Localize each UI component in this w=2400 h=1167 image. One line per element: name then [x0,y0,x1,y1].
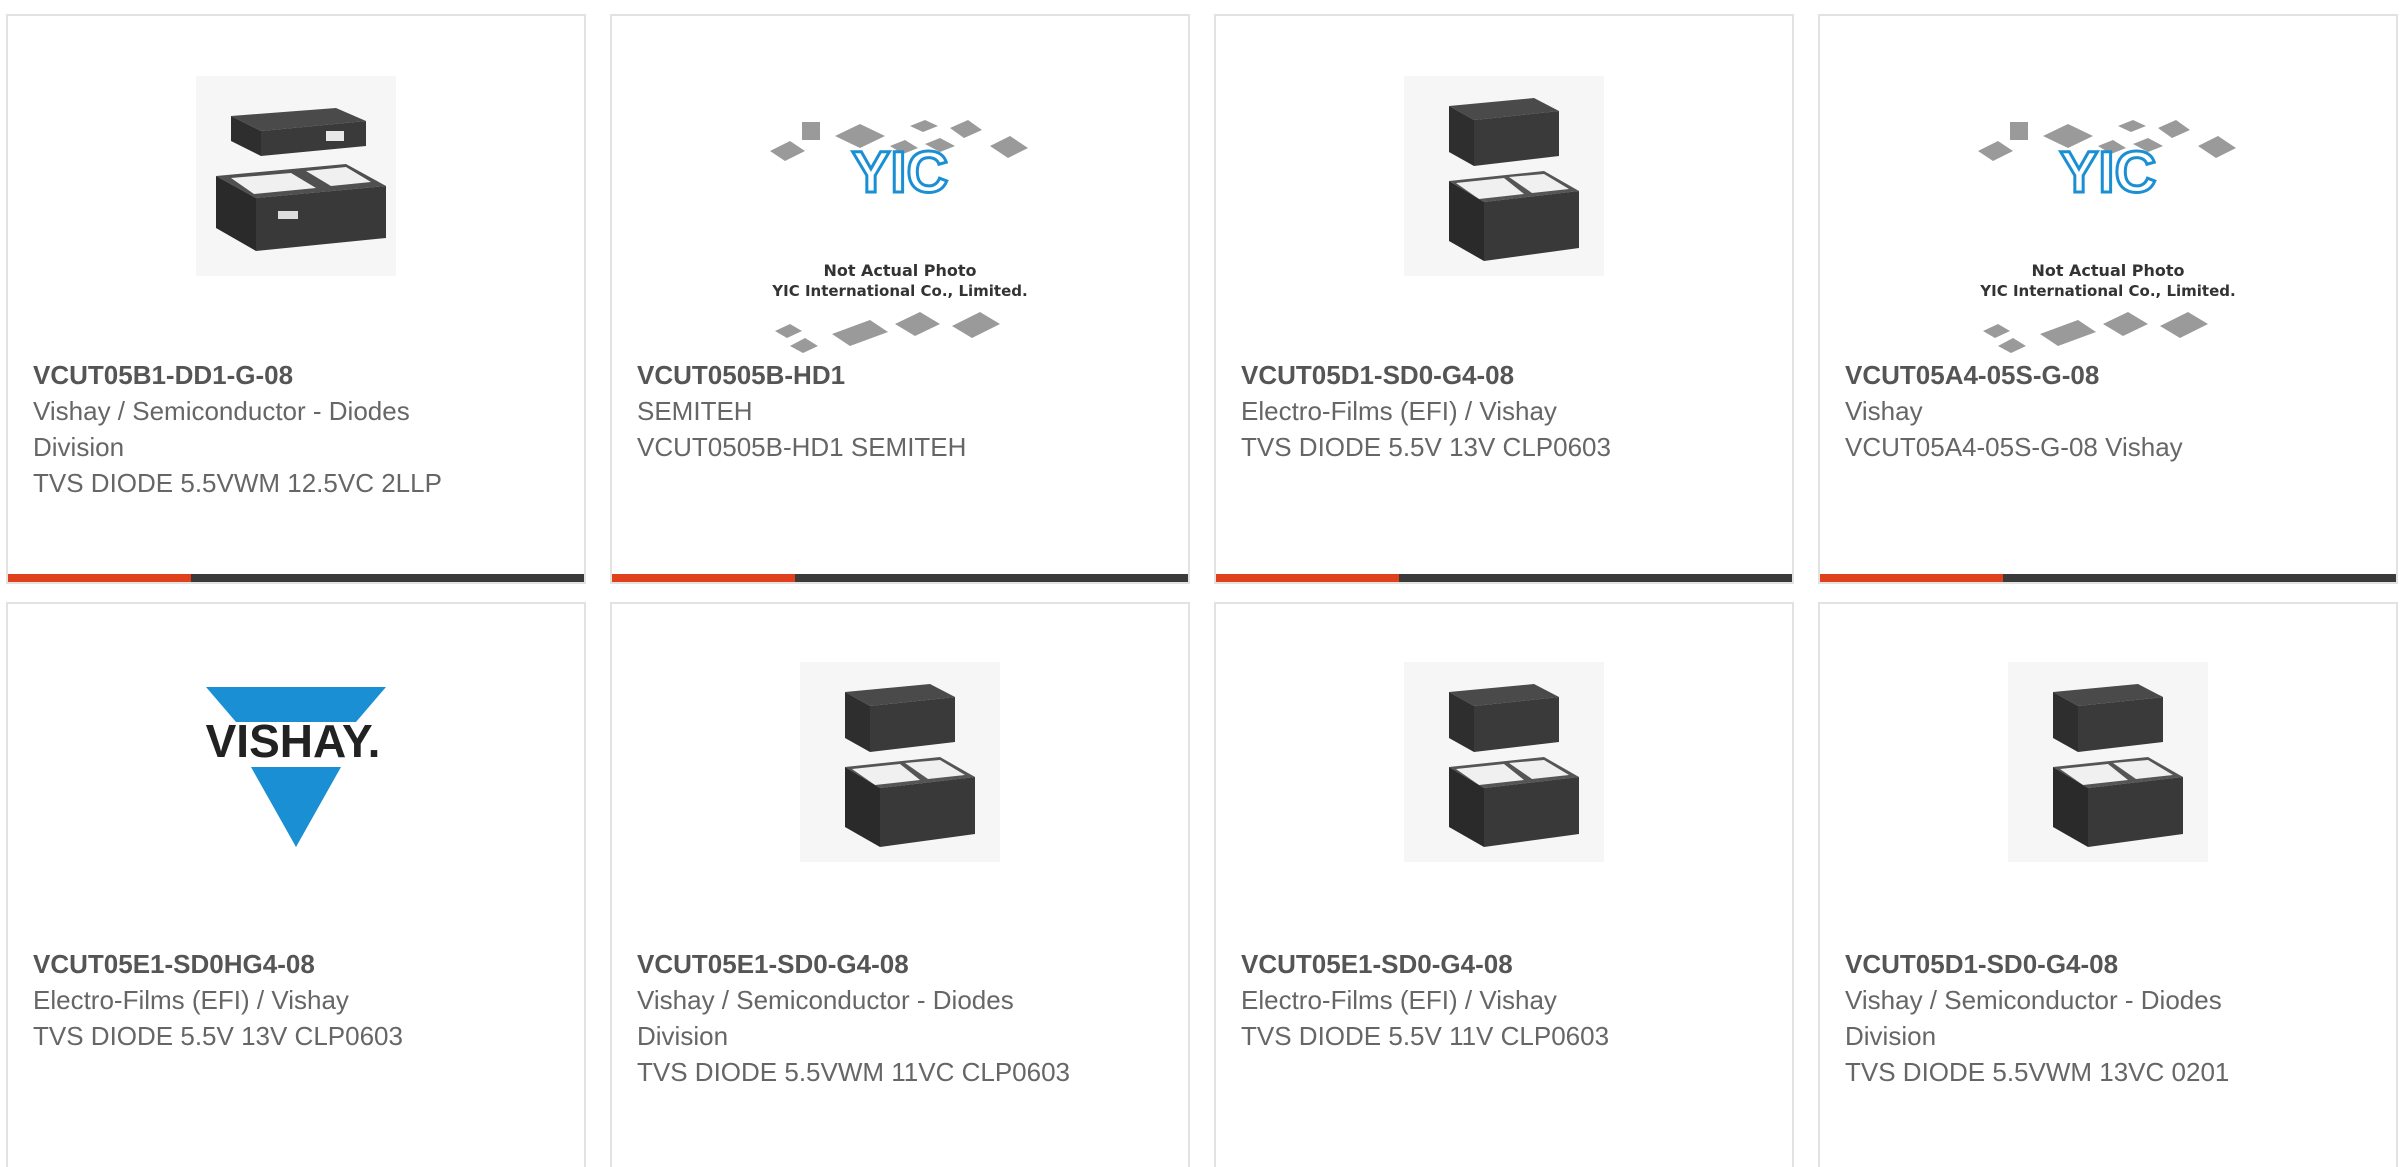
manufacturer-name: Vishay [1845,396,1923,426]
card-accent-bar [1820,574,2003,582]
product-description: TVS DIODE 5.5VWM 11VC CLP0603 [637,1057,1071,1087]
part-number-link[interactable]: VCUT05E1-SD0HG4-08 [33,949,315,979]
part-number-link[interactable]: VCUT05B1-DD1-G-08 [33,360,293,390]
product-card[interactable]: VCUT05E1-SD0-G4-08 Vishay / Semiconducto… [610,602,1190,1167]
part-number-link[interactable]: VCUT05E1-SD0-G4-08 [1241,949,1513,979]
product-grid: VCUT05B1-DD1-G-08 Vishay / Semiconductor… [0,0,2400,1167]
not-actual-photo-icon[interactable]: YIC Not Actual Photo YIC International C… [760,106,1040,356]
product-info: VCUT05E1-SD0HG4-08 Electro-Films (EFI) /… [33,946,564,1054]
image-caption-line1: Not Actual Photo [823,261,976,280]
image-caption-line2: YIC International Co., Limited. [1979,282,2235,300]
product-description: VCUT0505B-HD1 SEMITEH [637,432,967,462]
card-accent-bar [1216,574,1399,582]
part-number-link[interactable]: VCUT05D1-SD0-G4-08 [1845,949,2118,979]
card-footer-bar [1820,574,2396,582]
not-actual-photo-icon[interactable]: YIC Not Actual Photo YIC International C… [1968,106,2248,356]
product-info: VCUT05B1-DD1-G-08 Vishay / Semiconductor… [33,357,564,501]
vishay-logo-text: VISHAY. [206,715,381,767]
card-accent-bar [612,574,795,582]
product-description: TVS DIODE 5.5V 13V CLP0603 [33,1021,403,1051]
product-info: VCUT0505B-HD1 SEMITEH VCUT0505B-HD1 SEMI… [637,357,1168,465]
product-card[interactable]: VCUT05D1-SD0-G4-08 Vishay / Semiconducto… [1818,602,2398,1167]
part-number-link[interactable]: VCUT05D1-SD0-G4-08 [1241,360,1514,390]
manufacturer-name: Vishay / Semiconductor - Diodes Division [33,396,410,462]
product-card[interactable]: VCUT05D1-SD0-G4-08 Electro-Films (EFI) /… [1214,14,1794,584]
part-number-link[interactable]: VCUT0505B-HD1 [637,360,845,390]
card-footer-bar [612,574,1188,582]
vishay-logo[interactable]: VISHAY. [196,662,396,862]
package-clp-icon[interactable] [1404,662,1604,862]
package-clp-icon[interactable] [800,662,1000,862]
package-clp-icon[interactable] [1404,76,1604,276]
product-info: VCUT05E1-SD0-G4-08 Vishay / Semiconducto… [637,946,1168,1090]
package-clp-icon[interactable] [2008,662,2208,862]
image-caption-line1: Not Actual Photo [2031,261,2184,280]
product-description: VCUT05A4-05S-G-08 Vishay [1845,432,2183,462]
manufacturer-name: SEMITEH [637,396,753,426]
product-card[interactable]: YIC Not Actual Photo YIC International C… [610,14,1190,584]
manufacturer-name: Vishay / Semiconductor - Diodes Division [637,985,1014,1051]
product-info: VCUT05E1-SD0-G4-08 Electro-Films (EFI) /… [1241,946,1772,1054]
product-description: TVS DIODE 5.5V 11V CLP0603 [1241,1021,1610,1051]
card-footer-bar [8,574,584,582]
manufacturer-name: Electro-Films (EFI) / Vishay [1241,396,1557,426]
product-description: TVS DIODE 5.5VWM 13VC 0201 [1845,1057,2230,1087]
package-llp-icon[interactable] [196,76,396,276]
product-description: TVS DIODE 5.5V 13V CLP0603 [1241,432,1611,462]
svg-text:YIC: YIC [852,140,949,205]
card-footer-bar [1216,574,1792,582]
manufacturer-name: Vishay / Semiconductor - Diodes Division [1845,985,2222,1051]
svg-text:YIC: YIC [2060,140,2157,205]
product-card[interactable]: VCUT05E1-SD0-G4-08 Electro-Films (EFI) /… [1214,602,1794,1167]
product-card[interactable]: VCUT05B1-DD1-G-08 Vishay / Semiconductor… [6,14,586,584]
product-card[interactable]: YIC Not Actual Photo YIC International C… [1818,14,2398,584]
manufacturer-name: Electro-Films (EFI) / Vishay [33,985,349,1015]
manufacturer-name: Electro-Films (EFI) / Vishay [1241,985,1557,1015]
product-card[interactable]: VISHAY. VCUT05E1-SD0HG4-08 Electro-Films… [6,602,586,1167]
product-info: VCUT05A4-05S-G-08 Vishay VCUT05A4-05S-G-… [1845,357,2376,465]
product-info: VCUT05D1-SD0-G4-08 Electro-Films (EFI) /… [1241,357,1772,465]
part-number-link[interactable]: VCUT05A4-05S-G-08 [1845,360,2099,390]
product-info: VCUT05D1-SD0-G4-08 Vishay / Semiconducto… [1845,946,2376,1090]
card-accent-bar [8,574,191,582]
product-description: TVS DIODE 5.5VWM 12.5VC 2LLP [33,468,442,498]
image-caption-line2: YIC International Co., Limited. [771,282,1027,300]
part-number-link[interactable]: VCUT05E1-SD0-G4-08 [637,949,909,979]
